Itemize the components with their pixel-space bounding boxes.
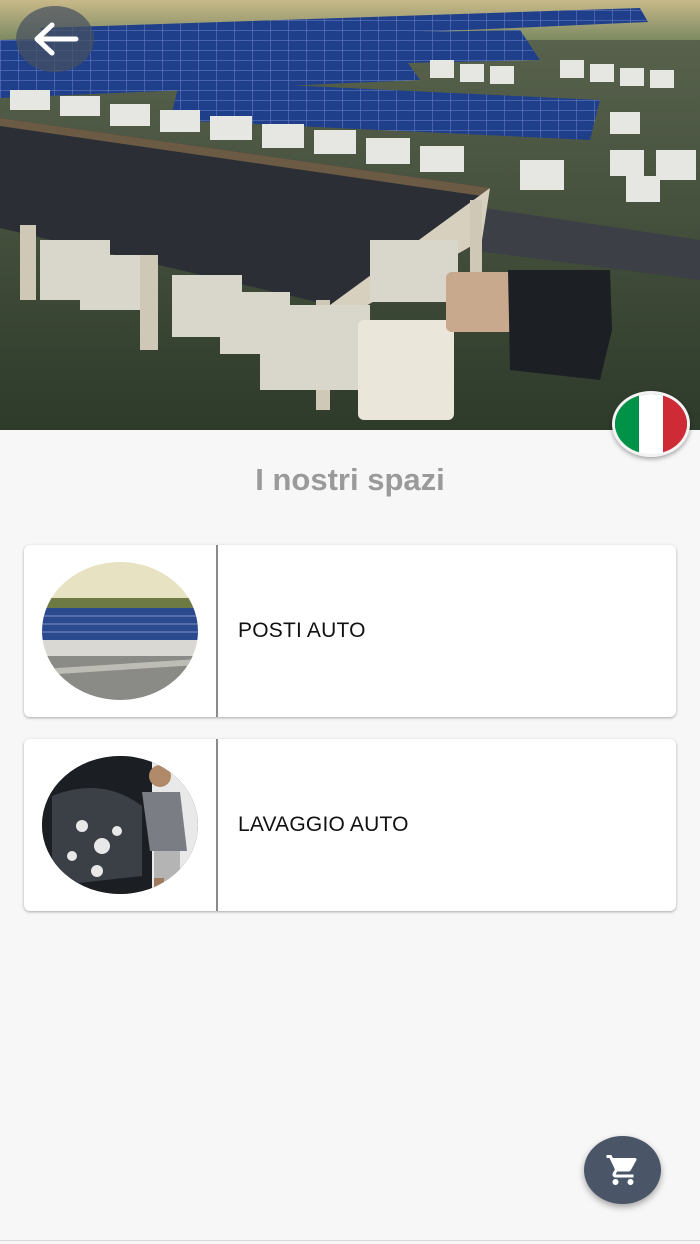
hero-aerial-illustration (0, 0, 700, 430)
cart-icon (606, 1155, 637, 1185)
bottom-divider (0, 1240, 700, 1241)
card-thumbnail-container (24, 545, 218, 717)
card-posti-auto[interactable]: POSTI AUTO (24, 545, 676, 717)
screen: I nostri spazi POSTI AUTO LAVAGGIO AUTO (0, 0, 700, 1244)
card-label: POSTI AUTO (238, 619, 366, 642)
back-button[interactable] (16, 6, 94, 72)
italy-flag-icon (615, 394, 687, 454)
card-thumbnail-container (24, 739, 218, 911)
solar-parking-thumbnail (42, 562, 198, 700)
card-label: LAVAGGIO AUTO (238, 813, 409, 836)
hero-image (0, 0, 700, 430)
card-lavaggio-auto[interactable]: LAVAGGIO AUTO (24, 739, 676, 911)
car-wash-thumbnail (42, 756, 198, 894)
language-flag-button[interactable] (612, 391, 690, 457)
cart-button[interactable] (584, 1136, 661, 1204)
arrow-left-icon (34, 22, 79, 56)
section-title: I nostri spazi (255, 462, 445, 497)
